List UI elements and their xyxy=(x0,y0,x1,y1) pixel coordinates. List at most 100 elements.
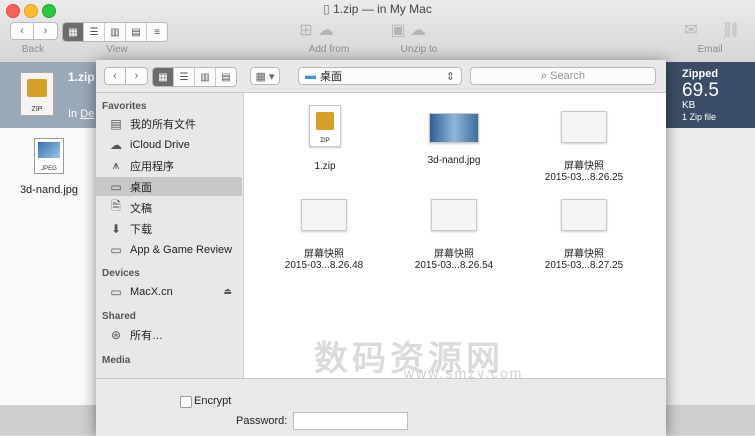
file-item[interactable]: ZIP 1.zip xyxy=(265,105,385,172)
list-view-button[interactable]: ☰ xyxy=(84,23,105,41)
sidebar-item-all-files[interactable]: ▤ 我的所有文件 xyxy=(96,114,242,133)
search-icon: ⌕ xyxy=(540,69,548,82)
applications-icon: ⩚ xyxy=(112,158,120,172)
file-name: 1.zip xyxy=(314,161,336,172)
add-file-icon[interactable]: ⊞ xyxy=(296,20,316,40)
image-thumbnail xyxy=(429,113,479,143)
sidebar-item-macx[interactable]: ▭ MacX.cn ⏏ xyxy=(96,282,242,301)
unzip-to-label: Unzip to xyxy=(400,44,438,55)
location-popup[interactable]: ▬ 桌面 ⇕ xyxy=(298,67,462,85)
sidebar-item-label: iCloud Drive xyxy=(130,138,190,151)
sidebar-item-label: 所有… xyxy=(130,329,163,342)
sidebar-item-downloads[interactable]: ⬇ 下载 xyxy=(96,219,242,238)
file-item[interactable]: 屏幕快照 2015-03...8.26.25 xyxy=(524,105,644,183)
email-icon[interactable]: ✉ xyxy=(680,20,702,40)
sidebar-item-documents[interactable]: 🗎 文稿 xyxy=(96,198,242,217)
grid-arrange-icon: ▦ ▾ xyxy=(255,70,275,83)
jpeg-badge: JPEG xyxy=(41,166,57,172)
jpeg-file-icon[interactable]: JPEG xyxy=(34,138,64,174)
favorites-heading: Favorites xyxy=(102,101,147,112)
file-name: 屏幕快照 xyxy=(564,249,604,260)
back-button[interactable]: ‹ xyxy=(10,22,34,40)
screenshot-thumbnail xyxy=(561,111,607,143)
password-label: Password: xyxy=(236,415,288,427)
link-icon[interactable]: ⛓ xyxy=(720,20,742,40)
unzip-cloud-icon[interactable]: ☁ xyxy=(408,20,428,40)
sidebar-item-label: 下载 xyxy=(130,223,152,236)
sort-view-button[interactable]: ≡ xyxy=(147,23,167,41)
file-name-line2: 2015-03...8.26.25 xyxy=(544,172,624,183)
file-name-line2: 2015-03...8.26.48 xyxy=(284,260,364,271)
sidebar-item-label: 文稿 xyxy=(130,202,152,215)
sidebar-item-applications[interactable]: ⩚ 应用程序 xyxy=(96,156,242,175)
zip-status: Zipped xyxy=(682,68,719,80)
sheet-view-control: ▦ ☰ ▥ ▤ xyxy=(152,67,237,87)
file-grid: ZIP 1.zip 3d-nand.jpg 屏幕快照 2015-03...8.2… xyxy=(244,93,666,381)
column-view-button[interactable]: ▥ xyxy=(105,23,126,41)
sheet-sidebar: Favorites ▤ 我的所有文件 ☁ iCloud Drive ⩚ 应用程序 ▭ 桌… xyxy=(96,93,244,378)
sheet-forward-button[interactable]: › xyxy=(126,67,148,85)
file-item[interactable]: 3d-nand.jpg xyxy=(394,105,514,166)
file-item[interactable]: 屏幕快照 2015-03...8.26.54 xyxy=(394,193,514,271)
sidebar-item-icloud[interactable]: ☁ iCloud Drive xyxy=(96,135,242,154)
password-field[interactable] xyxy=(293,412,408,430)
screenshot-thumbnail xyxy=(431,199,477,231)
icon-view-button[interactable]: ▦ xyxy=(153,68,174,86)
screenshot-thumbnail xyxy=(301,199,347,231)
all-files-icon: ▤ xyxy=(110,116,122,131)
cover-flow-button[interactable]: ▤ xyxy=(126,23,147,41)
zip-file-icon: ▯ xyxy=(323,2,330,16)
unzip-file-icon[interactable]: ▣ xyxy=(388,20,408,40)
email-label: Email xyxy=(697,44,723,55)
sheet-back-button[interactable]: ‹ xyxy=(104,67,126,85)
file-name: 屏幕快照 xyxy=(304,249,344,260)
sheet-toolbar: ‹ › ▦ ☰ ▥ ▤ ▦ ▾ ▬ 桌面 ⇕ ⌕ Search xyxy=(96,60,666,93)
cover-flow-button[interactable]: ▤ xyxy=(216,68,236,86)
downloads-icon: ⬇ xyxy=(110,221,122,236)
location-label: 桌面 xyxy=(320,71,342,83)
sidebar-item-label: App & Game Review xyxy=(130,243,233,256)
archive-location: In De xyxy=(68,108,94,120)
forward-button[interactable]: › xyxy=(34,22,58,40)
file-item[interactable]: 屏幕快照 2015-03...8.26.48 xyxy=(264,193,384,271)
sidebar-item-shared-all[interactable]: ⊛ 所有… xyxy=(96,325,242,344)
zip-summary: Zipped 69.5 KB 1 Zip file xyxy=(662,62,755,128)
file-name: 屏幕快照 xyxy=(564,161,604,172)
sidebar-item-label: MacX.cn xyxy=(130,285,173,298)
icon-view-button[interactable]: ▦ xyxy=(63,23,84,41)
devices-heading: Devices xyxy=(102,268,140,279)
chevron-right-icon: › xyxy=(43,25,48,37)
chevron-left-icon: ‹ xyxy=(113,70,117,82)
eject-icon[interactable]: ⏏ xyxy=(223,286,232,297)
zip-size-value: 69.5 xyxy=(682,80,719,101)
location-link[interactable]: De xyxy=(80,108,94,120)
encrypt-checkbox[interactable] xyxy=(180,396,192,408)
folder-icon: ▭ xyxy=(110,242,122,257)
window-title: ▯ 1.zip — in My Mac xyxy=(0,2,755,16)
list-view-button[interactable]: ☰ xyxy=(174,68,195,86)
in-prefix: In xyxy=(68,108,78,120)
archive-name: 1.zip xyxy=(68,70,95,84)
documents-icon: 🗎 xyxy=(111,199,121,213)
sidebar-item-label: 我的所有文件 xyxy=(130,118,196,131)
screenshot-thumbnail xyxy=(561,199,607,231)
network-icon: ⊛ xyxy=(110,327,122,342)
archive-contents: JPEG 3d-nand.jpg xyxy=(0,128,96,408)
chevron-left-icon: ‹ xyxy=(20,25,24,37)
column-view-button[interactable]: ▥ xyxy=(195,68,216,86)
sidebar-item-desktop[interactable]: ▭ 桌面 xyxy=(96,177,242,196)
sidebar-item-app-game-review[interactable]: ▭ App & Game Review xyxy=(96,240,242,259)
sidebar-item-label: 桌面 xyxy=(130,181,152,194)
chevron-right-icon: › xyxy=(134,70,139,82)
nav-buttons: ‹ › xyxy=(10,22,58,40)
search-placeholder: Search xyxy=(550,70,586,82)
encrypt-label: Encrypt xyxy=(194,395,232,407)
cloud-icon: ☁ xyxy=(110,137,122,152)
add-cloud-icon[interactable]: ☁ xyxy=(316,20,336,40)
arrange-button[interactable]: ▦ ▾ xyxy=(250,67,280,85)
zip-file-count: 1 Zip file xyxy=(682,112,717,122)
search-field[interactable]: ⌕ Search xyxy=(470,67,656,85)
file-item[interactable]: 屏幕快照 2015-03...8.27.25 xyxy=(524,193,644,271)
archive-item-name[interactable]: 3d-nand.jpg xyxy=(8,184,90,196)
view-mode-control: ▦ ☰ ▥ ▤ ≡ xyxy=(62,22,168,42)
